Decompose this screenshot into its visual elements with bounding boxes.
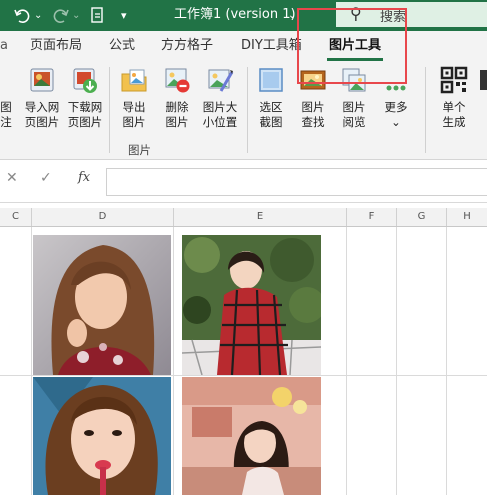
qr-code-icon — [440, 66, 468, 94]
tab-page-layout[interactable]: 页面布局 — [30, 31, 82, 61]
image-find-label: 图片 查找 — [301, 100, 325, 129]
tab-fangfang[interactable]: 方方格子 — [161, 31, 213, 61]
more-button[interactable]: 更多 ⌄ — [376, 61, 416, 141]
column-header-e[interactable]: E — [174, 208, 347, 226]
tab-diy-toolbox[interactable]: DIY工具箱 — [241, 31, 302, 61]
more-label: 更多 ⌄ — [384, 100, 408, 129]
ribbon-separator — [425, 67, 426, 153]
worksheet-image-4[interactable] — [182, 377, 321, 495]
customize-toolbar-icon[interactable]: ▾ — [121, 0, 127, 31]
column-header-c[interactable]: C — [0, 208, 32, 226]
download-web-image-icon — [73, 68, 97, 93]
image-find-button[interactable]: 图片 查找 — [293, 61, 333, 141]
formula-input[interactable] — [106, 168, 487, 196]
column-headers: C D E F G H — [0, 208, 487, 227]
window-title: 工作簿1 (version 1) — [174, 7, 296, 22]
import-web-image-label: 导入网 页图片 — [24, 100, 60, 129]
export-image-label: 导出 图片 — [122, 100, 146, 129]
title-bar: ⌄ ⌄ ▾ 工作簿1 (version 1) ⌄ ⚲ 搜索 — [0, 0, 487, 31]
import-web-image-button[interactable]: 导入网 页图片 — [20, 61, 64, 141]
download-web-image-label: 下载网 页图片 — [67, 100, 103, 129]
more-icon — [386, 85, 406, 91]
partial-icon — [480, 70, 487, 90]
search-icon: ⚲ — [350, 4, 362, 23]
ribbon-partial-left[interactable]: 图注 — [0, 61, 12, 141]
ribbon-separator — [109, 67, 110, 153]
selection-screenshot-label: 选区 截图 — [259, 100, 283, 129]
search-box[interactable]: ⚲ 搜索 — [336, 2, 487, 27]
worksheet-grid[interactable] — [0, 227, 487, 495]
column-header-g[interactable]: G — [397, 208, 447, 226]
group-label-images: 图片 — [128, 143, 151, 157]
tab-formulas[interactable]: 公式 — [109, 31, 135, 61]
search-input[interactable]: 搜索 — [380, 6, 406, 25]
worksheet-image-2[interactable] — [182, 235, 321, 375]
document-icon[interactable] — [90, 0, 106, 35]
image-preview-button[interactable]: 图片 阅览 — [334, 61, 374, 141]
export-image-icon — [121, 69, 147, 92]
selection-screenshot-button[interactable]: 选区 截图 — [251, 61, 291, 141]
ribbon-partial-label: 图注 — [0, 100, 12, 129]
column-header-d[interactable]: D — [32, 208, 174, 226]
single-generate-button[interactable]: 单个 生成 — [434, 61, 474, 141]
redo-dropdown-icon[interactable]: ⌄ — [72, 0, 80, 31]
image-find-icon — [300, 70, 326, 90]
delete-image-icon — [165, 68, 190, 93]
undo-dropdown-icon[interactable]: ⌄ — [34, 0, 42, 31]
ribbon-partial-right[interactable] — [478, 61, 487, 141]
download-web-image-button[interactable]: 下载网 页图片 — [63, 61, 107, 141]
image-preview-label: 图片 阅览 — [342, 100, 366, 129]
chevron-down-icon[interactable]: ⌄ — [288, 0, 296, 31]
export-image-button[interactable]: 导出 图片 — [114, 61, 154, 141]
formula-bar: ✕ ✓ fx — [0, 160, 487, 203]
image-size-position-button[interactable]: 图片大 小位置 — [198, 61, 242, 141]
image-size-position-label: 图片大 小位置 — [202, 100, 238, 129]
cancel-icon[interactable]: ✕ — [6, 170, 18, 186]
insert-function-button[interactable]: fx — [78, 170, 90, 185]
delete-image-label: 删除 图片 — [165, 100, 189, 129]
ribbon-separator — [247, 67, 248, 153]
selection-screenshot-icon — [259, 68, 283, 92]
column-header-f[interactable]: F — [347, 208, 397, 226]
ribbon-panel: 图注 导入网 页图片 下载网 页图片 导出 图片 删除 图片 图片大 小位置 选… — [0, 61, 487, 160]
image-preview-icon — [342, 68, 366, 92]
image-size-position-icon — [208, 69, 234, 92]
column-header-h[interactable]: H — [447, 208, 487, 226]
import-web-image-icon — [30, 68, 54, 92]
delete-image-button[interactable]: 删除 图片 — [157, 61, 197, 141]
worksheet-image-3[interactable] — [33, 377, 171, 495]
worksheet-image-1[interactable] — [33, 235, 171, 375]
confirm-icon[interactable]: ✓ — [40, 170, 52, 186]
single-generate-label: 单个 生成 — [442, 100, 466, 129]
tab-partial-left[interactable]: a — [0, 31, 8, 61]
ribbon-tabs: a 页面布局 公式 方方格子 DIY工具箱 图片工具 — [0, 31, 487, 61]
tab-image-tools[interactable]: 图片工具 — [329, 31, 381, 61]
